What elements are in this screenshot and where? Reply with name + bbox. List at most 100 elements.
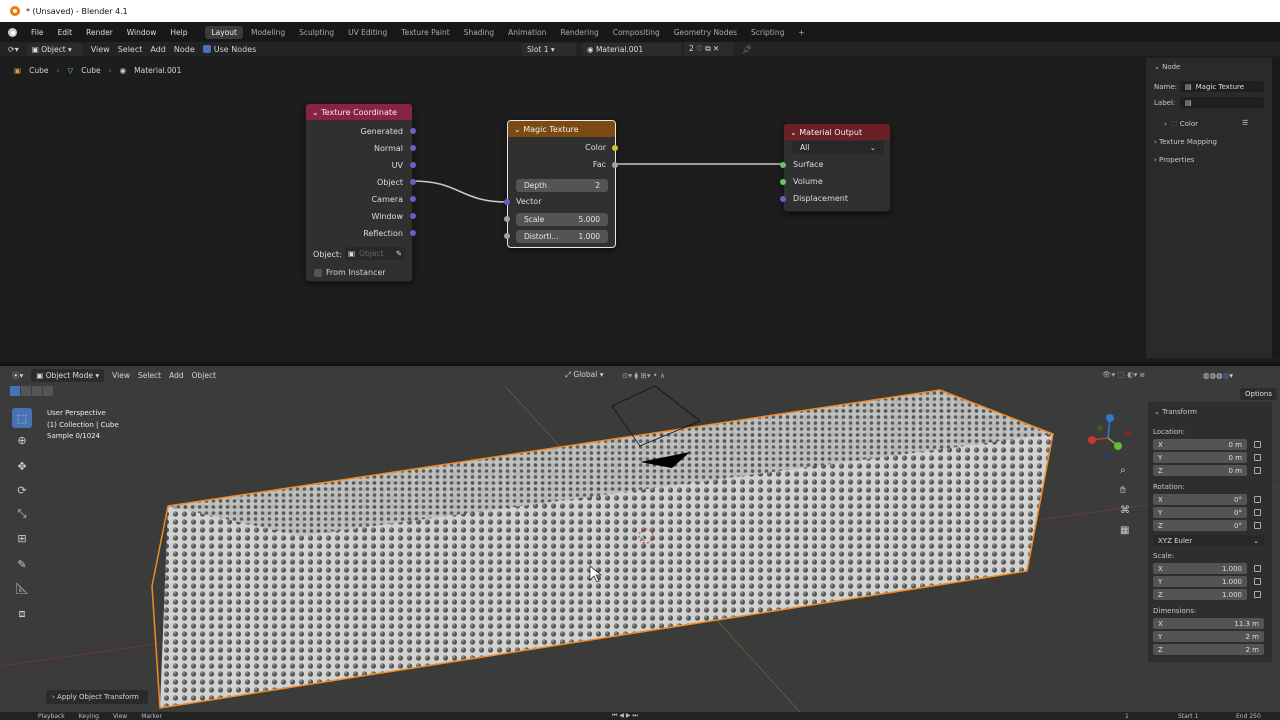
lock-icon[interactable]	[1254, 467, 1261, 474]
dimensions-x[interactable]: X 11.3 m	[1153, 618, 1264, 629]
eyedropper-icon[interactable]: ✎	[396, 249, 405, 258]
socket-camera[interactable]	[410, 196, 416, 202]
depth-field[interactable]: Depth 2	[516, 179, 608, 192]
node-header[interactable]: ⌄ Magic Texture	[508, 121, 615, 137]
socket-displacement[interactable]	[780, 196, 786, 202]
location-z[interactable]: Z0 m	[1153, 465, 1247, 476]
lock-icon[interactable]	[1254, 565, 1261, 572]
dimensions-z[interactable]: Z2 m	[1153, 644, 1264, 655]
distortion-field[interactable]: Distorti... 1.000	[516, 230, 608, 243]
viewport-menu-add[interactable]: Add	[169, 371, 184, 380]
select-mode-buttons[interactable]	[10, 386, 53, 396]
select-box-tool-icon[interactable]: ⬚	[12, 408, 32, 428]
scale-field[interactable]: Scale 5.000	[516, 213, 608, 226]
node-name-field[interactable]: ▤ Magic Texture	[1180, 81, 1264, 92]
viewport-menu-view[interactable]: View	[112, 371, 130, 380]
shading-mode-icons[interactable]: ◍◍◍◍▾	[1203, 371, 1233, 380]
zoom-icon[interactable]: ⌕	[1120, 465, 1126, 476]
camera-view-icon[interactable]: ⌘	[1120, 505, 1130, 516]
lock-icon[interactable]	[1254, 509, 1261, 516]
material-output-node[interactable]: ⌄ Material Output All ⌄ Surface Volume Di…	[783, 123, 891, 212]
node-header[interactable]: ⌄ Texture Coordinate	[306, 104, 412, 120]
sidebar-tabs[interactable]	[1272, 58, 1280, 358]
socket-reflection[interactable]	[410, 230, 416, 236]
measure-tool-icon[interactable]: 📐︎	[12, 578, 32, 598]
texture-mapping-panel[interactable]: › Texture Mapping	[1154, 138, 1217, 146]
node-header[interactable]: ⌄ Material Output	[784, 124, 890, 140]
cursor-tool-icon[interactable]: ⊕	[12, 430, 32, 450]
node-section-header[interactable]: ⌄ Node	[1154, 63, 1180, 71]
list-icon[interactable]: ☰	[1242, 119, 1248, 127]
socket-object[interactable]	[410, 179, 416, 185]
socket-scale[interactable]	[504, 216, 510, 222]
end-frame[interactable]: End 250	[1236, 713, 1261, 720]
location-y[interactable]: Y0 m	[1153, 452, 1247, 463]
rotation-z[interactable]: Z 0°	[1153, 520, 1247, 531]
scale-x[interactable]: X 1.000	[1153, 563, 1247, 574]
socket-uv[interactable]	[410, 162, 416, 168]
socket-color[interactable]	[612, 145, 618, 151]
location-x[interactable]: X0 m	[1153, 439, 1247, 450]
socket-volume[interactable]	[780, 179, 786, 185]
last-operator-panel[interactable]: › Apply Object Transform	[46, 690, 148, 704]
socket-vector[interactable]	[504, 199, 510, 205]
properties-panel[interactable]: › Properties	[1154, 156, 1194, 164]
lock-icon[interactable]	[1254, 454, 1261, 461]
dimensions-y[interactable]: Y2 m	[1153, 631, 1264, 642]
lock-icon[interactable]	[1254, 522, 1261, 529]
transform-tool-icon[interactable]: ⊞	[12, 528, 32, 548]
playback-controls[interactable]: ⏮ ◀ ▶ ⏭	[612, 712, 638, 720]
editor-type-3d-icon[interactable]: ⦿▾	[12, 370, 23, 381]
lock-icon[interactable]	[1254, 578, 1261, 585]
add-cube-tool-icon[interactable]: ⧈	[12, 604, 32, 624]
scale-z[interactable]: Z 1.000	[1153, 589, 1247, 600]
start-frame[interactable]: Start 1	[1178, 713, 1198, 720]
navigation-gizmo[interactable]	[1082, 406, 1142, 466]
ortho-grid-icon[interactable]: ▦	[1120, 525, 1129, 536]
scale-tool-icon[interactable]: ⤡	[12, 504, 32, 524]
move-tool-icon[interactable]: ✥	[12, 456, 32, 476]
output-uv: UV	[391, 161, 403, 170]
timeline-view[interactable]: View	[113, 713, 127, 720]
lock-icon[interactable]	[1254, 496, 1261, 503]
socket-normal[interactable]	[410, 145, 416, 151]
lock-icon[interactable]	[1254, 591, 1261, 598]
viewport-menu-select[interactable]: Select	[138, 371, 161, 380]
scale-y[interactable]: Y 1.000	[1153, 576, 1247, 587]
options-button[interactable]: Options	[1240, 388, 1278, 400]
rotation-mode-dropdown[interactable]: XYZ Euler ⌄	[1153, 535, 1264, 546]
viewport-menu-object[interactable]: Object	[192, 371, 216, 380]
annotate-tool-icon[interactable]: ✎	[12, 554, 32, 574]
output-color: Color	[585, 143, 606, 152]
current-frame[interactable]: 1	[1125, 713, 1129, 720]
pivot-snap-icons[interactable]: ⊙▾ ⧫ ⊞▾ • ∧	[622, 371, 665, 380]
socket-window[interactable]	[410, 213, 416, 219]
timeline-playback[interactable]: Playback	[38, 713, 65, 720]
target-dropdown[interactable]: All ⌄	[792, 141, 884, 154]
timeline-marker[interactable]: Marker	[141, 713, 162, 720]
output-window: Window	[371, 212, 403, 221]
magic-texture-node[interactable]: ⌄ Magic Texture Color Fac Depth 2 Vector …	[507, 120, 616, 248]
transform-header[interactable]: ⌄ Transform	[1154, 408, 1197, 416]
socket-distortion[interactable]	[504, 233, 510, 239]
rotation-y[interactable]: Y 0°	[1153, 507, 1247, 518]
socket-generated[interactable]	[410, 128, 416, 134]
viewport-overlay-icons[interactable]: 👁︎▾ ⬚ ◐▾ ⧈	[1102, 370, 1145, 380]
timeline-keying[interactable]: Keying	[79, 713, 99, 720]
3d-viewport[interactable]: ⦿▾ ▣ Object Mode ▾ View Select Add Objec…	[0, 366, 1280, 712]
node-label-field[interactable]: ▤	[1180, 97, 1264, 108]
rotation-x[interactable]: X 0°	[1153, 494, 1247, 505]
texture-coordinate-node[interactable]: ⌄ Texture Coordinate Generated Normal UV…	[305, 103, 413, 282]
color-subpanel[interactable]: › ☐ Color	[1164, 120, 1198, 128]
socket-surface[interactable]	[780, 162, 786, 168]
checkbox-icon	[314, 268, 322, 277]
socket-fac[interactable]	[612, 162, 618, 168]
from-instancer-checkbox[interactable]: From Instancer	[314, 268, 386, 277]
viewport-header: ⦿▾ ▣ Object Mode ▾ View Select Add Objec…	[0, 368, 1280, 382]
orientation-dropdown[interactable]: ⤢ Global ▾	[565, 370, 603, 380]
pan-hand-icon[interactable]: ✋︎	[1120, 485, 1126, 496]
lock-icon[interactable]	[1254, 441, 1261, 448]
rotate-tool-icon[interactable]: ⟳	[12, 480, 32, 500]
mode-dropdown[interactable]: ▣ Object Mode ▾	[31, 368, 105, 382]
object-picker-field[interactable]: ▣ Object ✎	[345, 247, 405, 260]
